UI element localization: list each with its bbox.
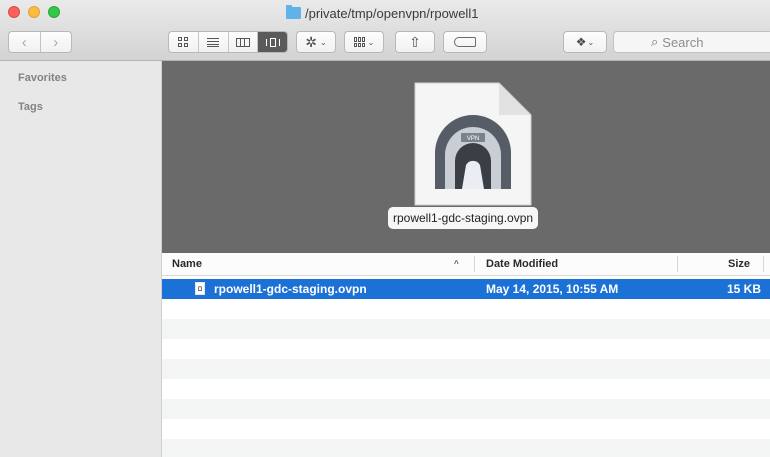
minimize-button[interactable] — [28, 6, 40, 18]
toolbar: /private/tmp/openvpn/rpowell1 ‹ › ✲ ⌄ ⌄ … — [0, 0, 770, 61]
tag-icon — [454, 37, 476, 47]
zoom-button[interactable] — [48, 6, 60, 18]
arrange-icon — [353, 37, 365, 47]
column-header-name[interactable]: Name — [172, 253, 202, 275]
empty-row — [162, 399, 770, 419]
column-view-button[interactable] — [227, 32, 258, 52]
dropbox-icon: ❖ — [575, 35, 587, 49]
cover-flow-preview: VPN rpowell1-gdc-staging.ovpn — [162, 61, 770, 253]
gear-icon: ✲ — [305, 33, 318, 50]
sort-ascending-icon: ^ — [454, 259, 459, 268]
preview-file-name[interactable]: rpowell1-gdc-staging.ovpn — [388, 207, 539, 229]
back-button[interactable]: ‹ — [9, 32, 40, 52]
dropbox-button[interactable]: ❖ ⌄ — [563, 31, 607, 53]
empty-row — [162, 359, 770, 379]
action-menu-button[interactable]: ✲ ⌄ — [296, 31, 336, 53]
sidebar: Favorites Tags — [0, 61, 162, 457]
empty-row — [162, 319, 770, 339]
row-file-name: rpowell1-gdc-staging.ovpn — [214, 282, 367, 296]
file-list: Name ^ Date Modified Size rpowell1-gdc-s… — [162, 253, 770, 457]
chevron-down-icon: ⌄ — [587, 37, 595, 47]
chevron-down-icon: ⌄ — [367, 37, 375, 47]
list-view-button[interactable] — [197, 32, 228, 52]
search-placeholder: Search — [662, 34, 704, 50]
column-view-icon — [235, 37, 250, 47]
table-row[interactable]: rpowell1-gdc-staging.ovpn May 14, 2015, … — [162, 279, 770, 299]
document-icon — [195, 282, 205, 295]
column-divider[interactable] — [474, 256, 475, 272]
share-icon: ⇧ — [409, 33, 421, 50]
view-mode-selector — [168, 31, 288, 53]
column-divider[interactable] — [677, 256, 678, 272]
window-title: /private/tmp/openvpn/rpowell1 — [286, 4, 478, 22]
sidebar-heading-tags[interactable]: Tags — [18, 101, 43, 113]
sidebar-heading-favorites[interactable]: Favorites — [18, 72, 67, 84]
column-divider[interactable] — [763, 256, 764, 272]
navigation-buttons: ‹ › — [8, 31, 72, 53]
window-title-text: /private/tmp/openvpn/rpowell1 — [305, 5, 479, 21]
list-view-icon — [207, 37, 220, 47]
row-date-modified: May 14, 2015, 10:55 AM — [486, 282, 619, 296]
column-header-size[interactable]: Size — [728, 253, 750, 275]
cover-flow-view-button[interactable] — [257, 32, 287, 52]
empty-row — [162, 339, 770, 359]
vpn-badge-text: VPN — [467, 136, 479, 142]
vpn-file-icon[interactable]: VPN — [413, 81, 533, 207]
column-header-date-modified[interactable]: Date Modified — [486, 253, 558, 275]
forward-button[interactable]: › — [39, 32, 72, 52]
arrange-menu-button[interactable]: ⌄ — [344, 31, 384, 53]
empty-row — [162, 379, 770, 399]
list-header: Name ^ Date Modified Size — [162, 253, 770, 276]
folder-icon — [286, 5, 301, 19]
chevron-down-icon: ⌄ — [320, 37, 327, 47]
empty-row — [162, 299, 770, 319]
chevron-right-icon: › — [53, 33, 59, 51]
empty-row — [162, 439, 770, 457]
finder-window: /private/tmp/openvpn/rpowell1 ‹ › ✲ ⌄ ⌄ … — [0, 0, 770, 457]
search-field[interactable]: ⌕ Search — [613, 31, 770, 53]
edit-tags-button[interactable] — [443, 31, 487, 53]
share-button[interactable]: ⇧ — [395, 31, 435, 53]
close-button[interactable] — [8, 6, 20, 18]
chevron-left-icon: ‹ — [21, 33, 27, 51]
icon-view-icon — [178, 37, 189, 47]
icon-view-button[interactable] — [169, 32, 198, 52]
cover-flow-icon — [265, 37, 280, 47]
row-size: 15 KB — [727, 282, 762, 296]
search-icon: ⌕ — [651, 34, 659, 49]
empty-row — [162, 419, 770, 439]
